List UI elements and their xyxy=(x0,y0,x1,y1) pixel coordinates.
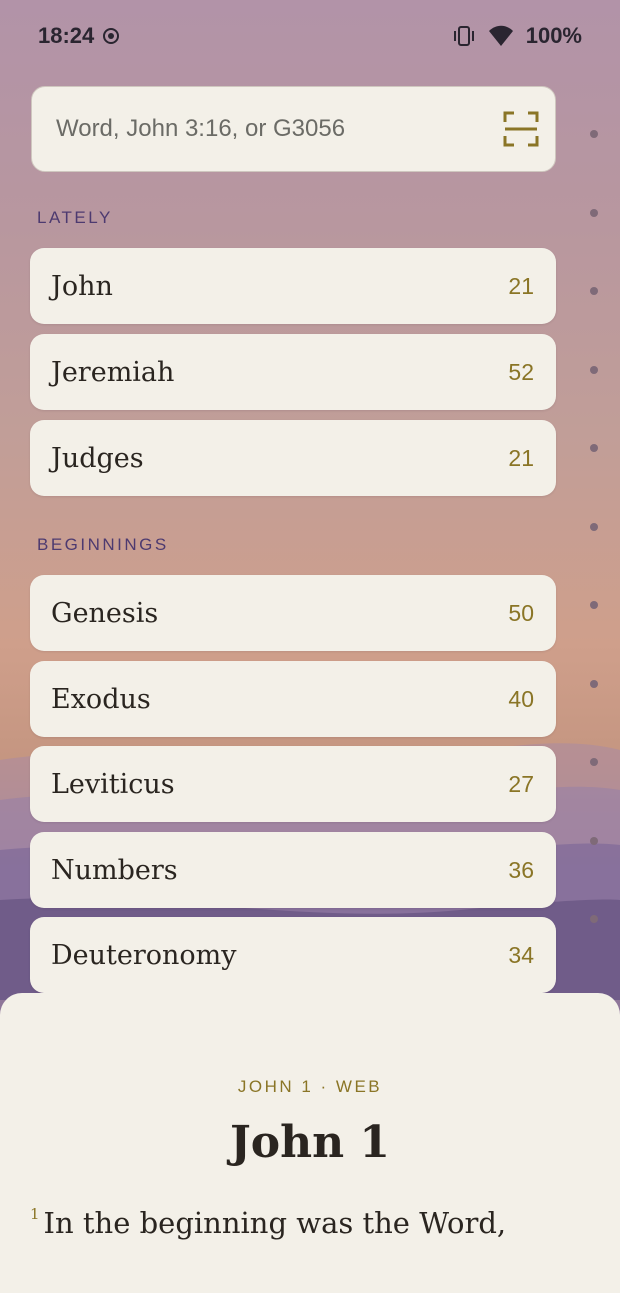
search-bar[interactable] xyxy=(31,86,556,172)
reader-sheet[interactable]: JOHN 1 · WEB John 1 1 In the beginning wa… xyxy=(0,993,620,1293)
status-time: 18:24 xyxy=(38,23,95,48)
chapter-count: 52 xyxy=(508,358,534,385)
scroll-index-dot[interactable] xyxy=(590,444,598,452)
chapter-count: 27 xyxy=(508,770,534,797)
section-label-beginnings: BEGINNINGS xyxy=(37,535,169,554)
chapter-count: 21 xyxy=(508,272,534,299)
book-item-genesis[interactable]: Genesis 50 xyxy=(30,575,556,651)
status-time-group: 18:24 xyxy=(38,23,120,49)
status-bar: 18:24 100% xyxy=(0,0,620,72)
chapter-count: 21 xyxy=(508,444,534,471)
record-icon xyxy=(103,28,120,44)
scroll-index-dot[interactable] xyxy=(590,601,598,609)
book-item-deuteronomy[interactable]: Deuteronomy 34 xyxy=(30,917,556,993)
book-item-numbers[interactable]: Numbers 36 xyxy=(30,832,556,908)
section-label-lately: LATELY xyxy=(37,208,113,227)
book-name: Jeremiah xyxy=(51,356,175,388)
chapter-count: 40 xyxy=(508,685,534,712)
scroll-index-dot[interactable] xyxy=(590,209,598,217)
book-name: Judges xyxy=(51,442,144,474)
scroll-index-dot[interactable] xyxy=(590,366,598,374)
scroll-index-dot[interactable] xyxy=(590,837,598,845)
scroll-index-dot[interactable] xyxy=(590,758,598,766)
vibrate-icon xyxy=(453,26,474,46)
chapter-count: 36 xyxy=(508,856,534,883)
scroll-index-rail[interactable] xyxy=(590,0,600,1000)
scroll-index-dot[interactable] xyxy=(590,130,598,138)
book-name: Deuteronomy xyxy=(51,939,237,971)
scroll-index-dot[interactable] xyxy=(590,680,598,688)
chapter-count: 34 xyxy=(508,941,534,968)
book-item-john[interactable]: John 21 xyxy=(30,248,556,324)
book-name: Numbers xyxy=(51,854,178,886)
chapter-reference: JOHN 1 · WEB xyxy=(237,1077,383,1096)
wifi-icon xyxy=(488,25,513,46)
verse-1: 1 In the beginning was the Word, xyxy=(30,1205,506,1240)
search-input[interactable] xyxy=(54,114,478,144)
scroll-index-dot[interactable] xyxy=(590,523,598,531)
book-item-exodus[interactable]: Exodus 40 xyxy=(30,661,556,737)
scroll-index-dot[interactable] xyxy=(590,287,598,295)
book-name: Leviticus xyxy=(51,768,175,800)
book-item-jeremiah[interactable]: Jeremiah 52 xyxy=(30,334,556,410)
book-name: Genesis xyxy=(51,597,159,629)
book-name: John xyxy=(51,270,113,302)
chapter-count: 50 xyxy=(508,599,534,626)
book-item-leviticus[interactable]: Leviticus 27 xyxy=(30,746,556,822)
battery-level: 100% xyxy=(525,23,582,48)
scroll-index-dot[interactable] xyxy=(590,915,598,923)
verse-text: In the beginning was the Word, xyxy=(43,1206,507,1240)
scan-icon[interactable] xyxy=(503,111,539,147)
chapter-title: John 1 xyxy=(229,1117,391,1168)
book-name: Exodus xyxy=(51,683,151,715)
verse-number: 1 xyxy=(30,1205,40,1223)
book-item-judges[interactable]: Judges 21 xyxy=(30,420,556,496)
status-right-group: 100% xyxy=(452,23,582,49)
